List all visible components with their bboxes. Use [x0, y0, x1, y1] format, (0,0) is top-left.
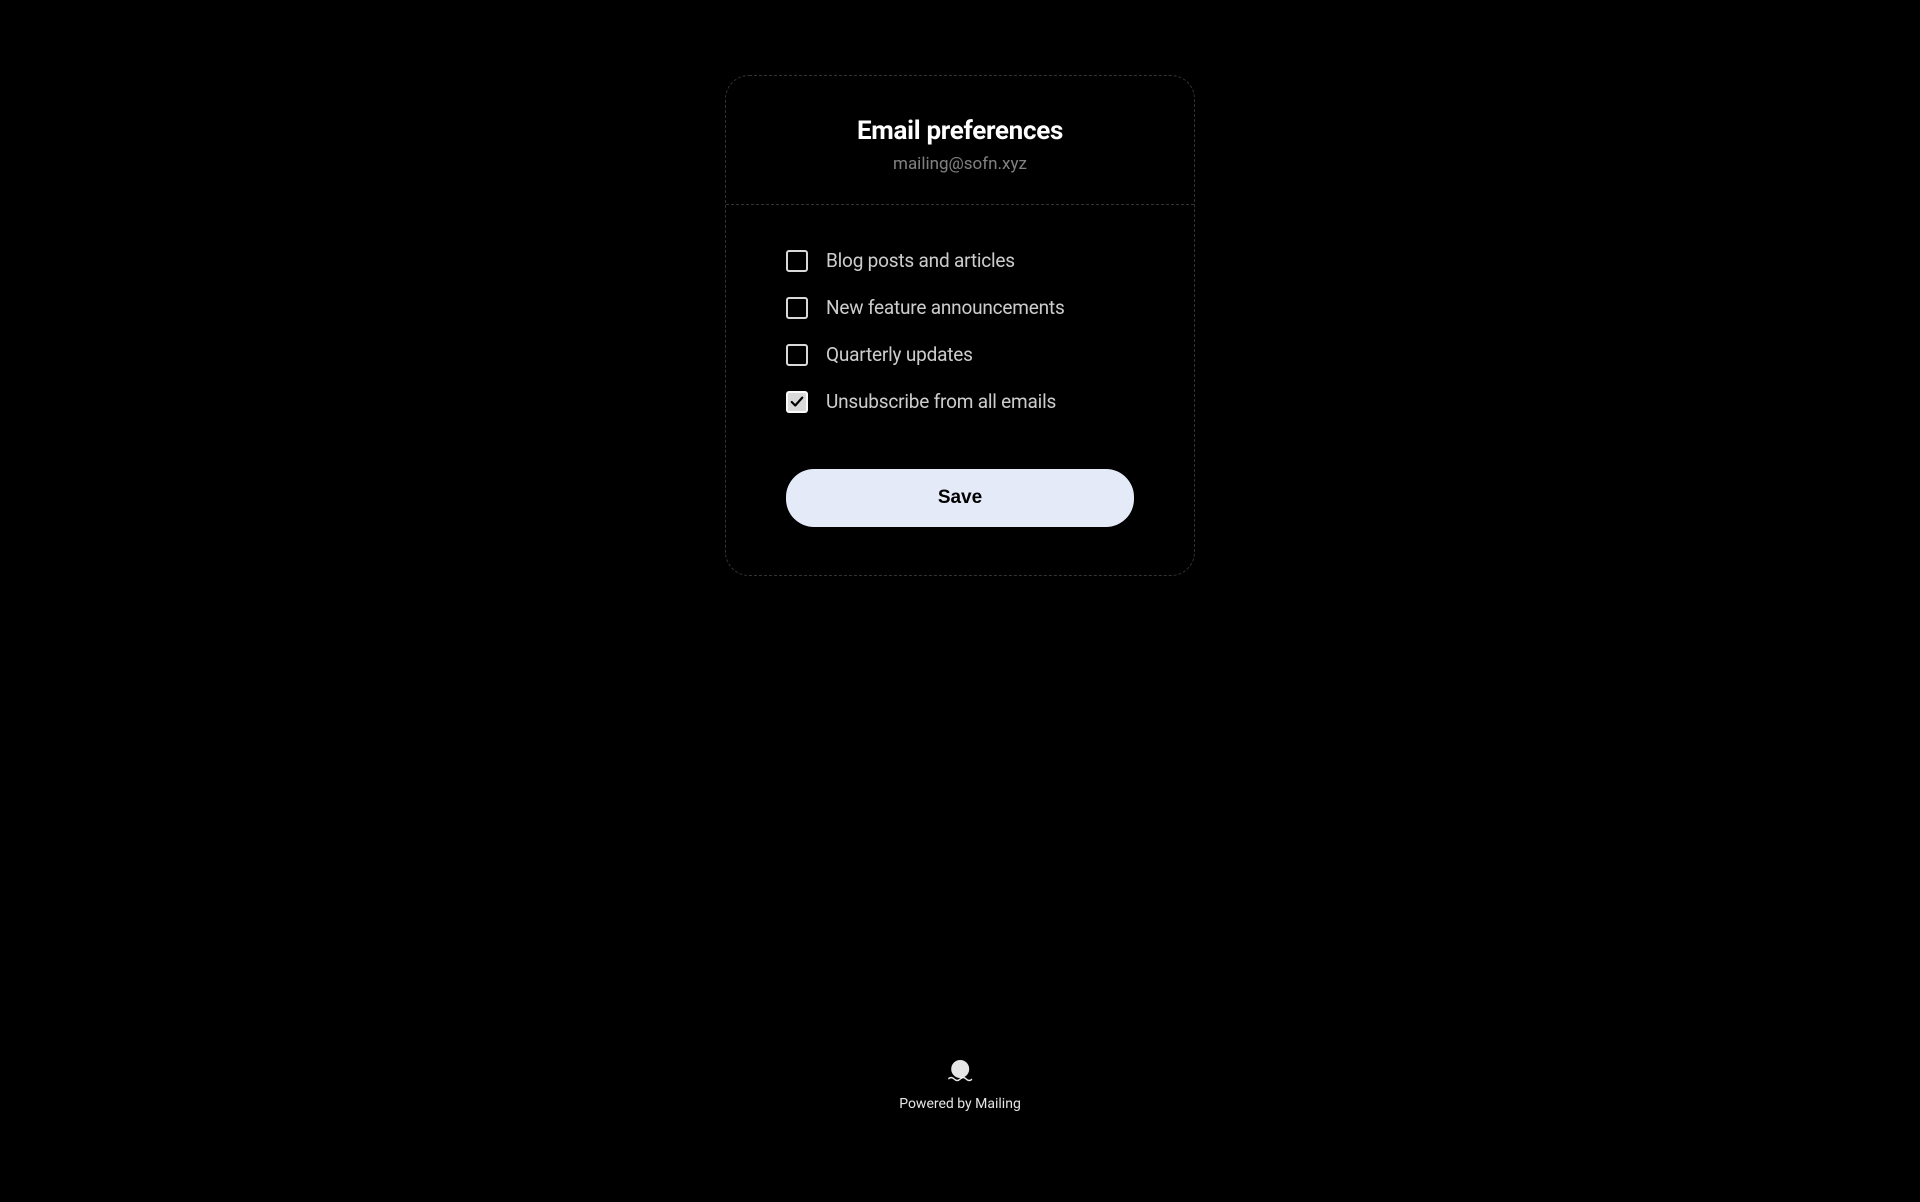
- wave-icon: [948, 1076, 972, 1082]
- checkbox-label: Quarterly updates: [826, 343, 973, 366]
- checkbox-row-blog-posts[interactable]: Blog posts and articles: [786, 249, 1134, 272]
- checkbox-label: New feature announcements: [826, 296, 1065, 319]
- card-header: Email preferences mailing@sofn.xyz: [726, 76, 1194, 205]
- checkbox-quarterly[interactable]: [786, 344, 808, 366]
- page-title: Email preferences: [756, 116, 1164, 146]
- checkbox-label: Unsubscribe from all emails: [826, 390, 1056, 413]
- checkbox-label: Blog posts and articles: [826, 249, 1015, 272]
- check-icon: [790, 395, 804, 409]
- checkbox-row-unsubscribe-all[interactable]: Unsubscribe from all emails: [786, 390, 1134, 413]
- footer: Powered by Mailing: [899, 1060, 1021, 1112]
- checkbox-new-features[interactable]: [786, 297, 808, 319]
- checkbox-unsubscribe-all[interactable]: [786, 391, 808, 413]
- preferences-card: Email preferences mailing@sofn.xyz Blog …: [725, 75, 1195, 576]
- checkbox-row-new-features[interactable]: New feature announcements: [786, 296, 1134, 319]
- checkbox-row-quarterly[interactable]: Quarterly updates: [786, 343, 1134, 366]
- email-address: mailing@sofn.xyz: [756, 154, 1164, 174]
- card-body: Blog posts and articles New feature anno…: [726, 205, 1194, 575]
- mailing-logo-icon: [948, 1060, 972, 1082]
- save-button[interactable]: Save: [786, 469, 1134, 527]
- checkbox-blog-posts[interactable]: [786, 250, 808, 272]
- powered-by-text[interactable]: Powered by Mailing: [899, 1096, 1021, 1112]
